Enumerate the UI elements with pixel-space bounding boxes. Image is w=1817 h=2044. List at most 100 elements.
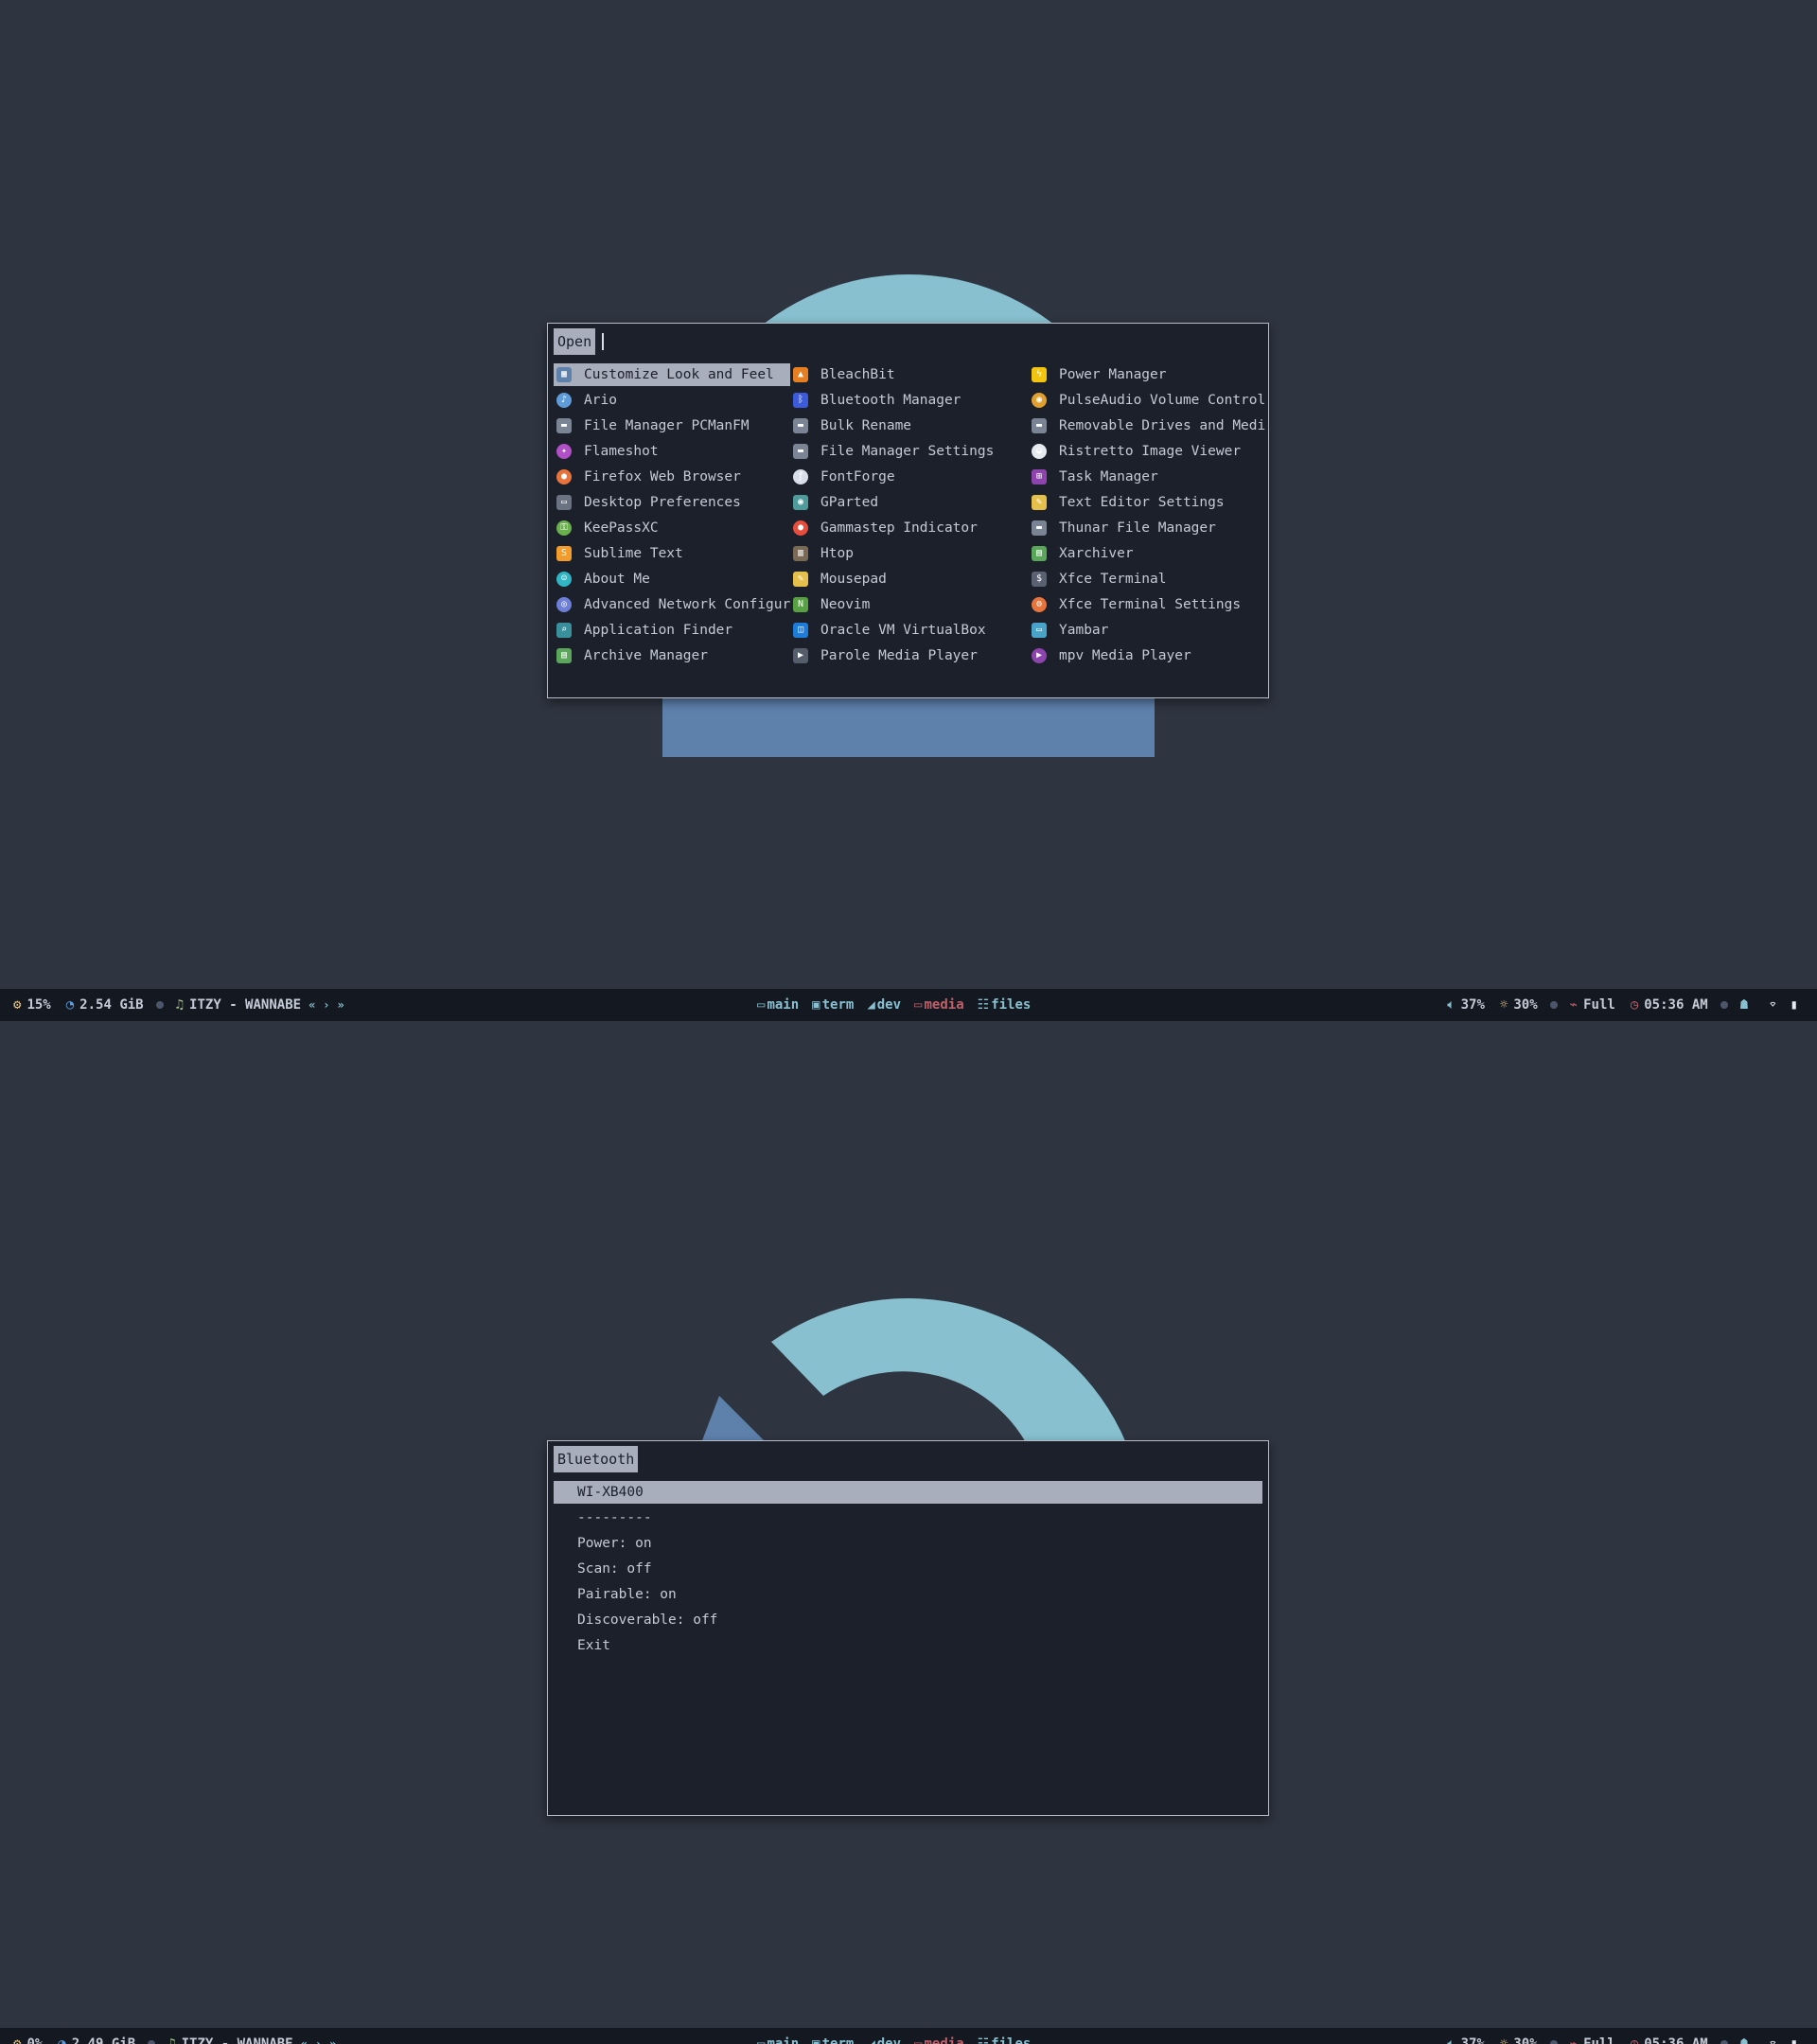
launcher-item[interactable]: ▭ Yambar [1029, 619, 1265, 642]
user-icon[interactable]: ☗ [1740, 2036, 1748, 2044]
next-track-button[interactable]: » [338, 998, 344, 1012]
launcher-item[interactable]: ✦ Flameshot [554, 440, 790, 463]
bluetooth-option[interactable]: Scan: off [554, 1558, 1262, 1580]
launcher-item[interactable]: ⌕ Application Finder [554, 619, 790, 642]
memory-usage: 2.49 GiB [71, 2036, 136, 2044]
launcher-item-label: Archive Manager [584, 648, 708, 663]
bluetooth-option[interactable]: --------- [554, 1507, 1262, 1529]
archive-icon: ▤ [556, 648, 572, 663]
launcher-item[interactable]: ▬ Removable Drives and Media [1029, 414, 1265, 437]
volume-level[interactable]: 37% [1461, 2036, 1485, 2044]
launcher-item[interactable]: ● Firefox Web Browser [554, 466, 790, 488]
launcher-item[interactable]: ⚿ KeePassXC [554, 517, 790, 539]
user-icon[interactable]: ☗ [1740, 997, 1748, 1013]
launcher-item-label: Htop [820, 546, 854, 561]
volume-icon[interactable]: 🔈︎ [1447, 2036, 1455, 2044]
launcher-item[interactable]: ƒ FontForge [790, 466, 1029, 488]
workspace-files[interactable]: ☷ files [978, 2036, 1032, 2044]
text-cursor[interactable] [602, 333, 605, 350]
launcher-item[interactable]: ▬ File Manager PCManFM [554, 414, 790, 437]
launcher-item[interactable]: ▤ Archive Manager [554, 644, 790, 667]
code-icon: ◢ [867, 997, 875, 1013]
launcher-item[interactable]: N Neovim [790, 593, 1029, 616]
launcher-item-label: Sublime Text [584, 546, 683, 561]
bluetooth-option[interactable]: Power: on [554, 1532, 1262, 1555]
launcher-item-label: Customize Look and Feel [584, 367, 774, 382]
launcher-item[interactable]: ▶ mpv Media Player [1029, 644, 1265, 667]
launcher-item[interactable]: ● Gammastep Indicator [790, 517, 1029, 539]
launcher-item[interactable]: ◉ PulseAudio Volume Control [1029, 389, 1265, 412]
clock-icon: ◷ [1630, 997, 1639, 1013]
launcher-item[interactable]: ▶ Parole Media Player [790, 644, 1029, 667]
launcher-item-label: GParted [820, 495, 879, 510]
media-icon: ▭ [914, 2036, 923, 2044]
launcher-item-label: Flameshot [584, 444, 659, 459]
launcher-item[interactable]: ▬ Thunar File Manager [1029, 517, 1265, 539]
launcher-item[interactable]: ◫ Oracle VM VirtualBox [790, 619, 1029, 642]
launcher-item-label: Yambar [1059, 623, 1109, 638]
launcher-item-label: Thunar File Manager [1059, 520, 1216, 536]
clock-time: 05:36 AM [1644, 2036, 1708, 2044]
folder-icon: ▬ [793, 418, 808, 433]
workspace-media[interactable]: ▭ media [914, 997, 964, 1013]
launcher-item[interactable]: ♪ Ario [554, 389, 790, 412]
launcher-item[interactable]: ◉ GParted [790, 491, 1029, 514]
workspace-media[interactable]: ▭ media [914, 2036, 964, 2044]
launcher-item[interactable]: ⚙ Xfce Terminal Settings [1029, 593, 1265, 616]
launcher-item[interactable]: ☺ About Me [554, 568, 790, 590]
launcher-item[interactable]: ▥ Htop [790, 542, 1029, 565]
workspace-dev[interactable]: ◢ dev [867, 2036, 901, 2044]
workspace-dev[interactable]: ◢ dev [867, 997, 901, 1013]
separator-dot [1720, 2040, 1728, 2044]
wifi-icon[interactable]: ⌔ [1769, 2036, 1776, 2044]
gparted-icon: ◉ [793, 495, 808, 510]
launcher-item[interactable]: ᛒ Bluetooth Manager [790, 389, 1029, 412]
play-button[interactable]: › [315, 2037, 322, 2044]
bar-right: 🔈︎ 37% ☼ 30% ⌁ Full ◷ 05:36 AM ☗ ⌔ ▮ [1447, 2028, 1804, 2044]
launcher-item[interactable]: ϟ Power Manager [1029, 363, 1265, 386]
launcher-item[interactable]: ◒ Ristretto Image Viewer [1029, 440, 1265, 463]
bluetooth-option[interactable]: Pairable: on [554, 1583, 1262, 1606]
workspace-label: term [821, 2036, 855, 2044]
previous-track-button[interactable]: « [309, 998, 315, 1012]
launcher-item[interactable]: ▤ Xarchiver [1029, 542, 1265, 565]
bluetooth-option[interactable]: Exit [554, 1634, 1262, 1657]
workspace-term[interactable]: ▣ term [812, 997, 854, 1013]
launcher-item[interactable]: S Sublime Text [554, 542, 790, 565]
cpu-icon: ⚙ [13, 2036, 22, 2044]
workspace-term[interactable]: ▣ term [812, 2036, 854, 2044]
launcher-item[interactable]: ▬ Bulk Rename [790, 414, 1029, 437]
launcher-item[interactable]: ▲ BleachBit [790, 363, 1029, 386]
separator-dot [148, 2040, 156, 2044]
bluetooth-option[interactable]: Discoverable: off [554, 1609, 1262, 1631]
bleachbit-icon: ▲ [793, 367, 808, 382]
next-track-button[interactable]: » [329, 2037, 336, 2044]
cpu-icon: ⚙ [13, 997, 22, 1013]
brightness-level[interactable]: 30% [1513, 997, 1537, 1013]
sublime-icon: S [556, 546, 572, 561]
bluetooth-option[interactable]: WI-XB400 [554, 1481, 1262, 1504]
wifi-icon[interactable]: ⌔ [1769, 997, 1776, 1013]
launcher-item[interactable]: ▦ Customize Look and Feel [554, 363, 790, 386]
launcher-item[interactable]: ▬ File Manager Settings [790, 440, 1029, 463]
brightness-level[interactable]: 30% [1513, 2036, 1537, 2044]
play-button[interactable]: › [323, 998, 329, 1012]
network-icon: ◎ [556, 597, 572, 612]
volume-icon[interactable]: 🔈︎ [1447, 997, 1455, 1013]
workspace-files[interactable]: ☷ files [978, 997, 1032, 1013]
bar-left: ⚙ 15% ◔ 2.54 GiB ♫ ITZY - WANNABE « › » [13, 989, 344, 1021]
launcher-item[interactable]: ✎ Mousepad [790, 568, 1029, 590]
launcher-item[interactable]: ◎ Advanced Network Configur… [554, 593, 790, 616]
volume-level[interactable]: 37% [1461, 997, 1485, 1013]
previous-track-button[interactable]: « [301, 2037, 308, 2044]
mpv-icon: ▶ [1032, 648, 1047, 663]
launcher-item[interactable]: ✎ Text Editor Settings [1029, 491, 1265, 514]
app-finder-icon: ⌕ [556, 623, 572, 638]
launcher-item[interactable]: ⊞ Task Manager [1029, 466, 1265, 488]
workspace-main[interactable]: ▭ main [757, 997, 799, 1013]
launcher-item[interactable]: $ Xfce Terminal [1029, 568, 1265, 590]
cpu-usage: 0% [26, 2036, 44, 2044]
launcher-item-label: Bluetooth Manager [820, 393, 961, 408]
launcher-item[interactable]: ▭ Desktop Preferences [554, 491, 790, 514]
workspace-main[interactable]: ▭ main [757, 2036, 799, 2044]
